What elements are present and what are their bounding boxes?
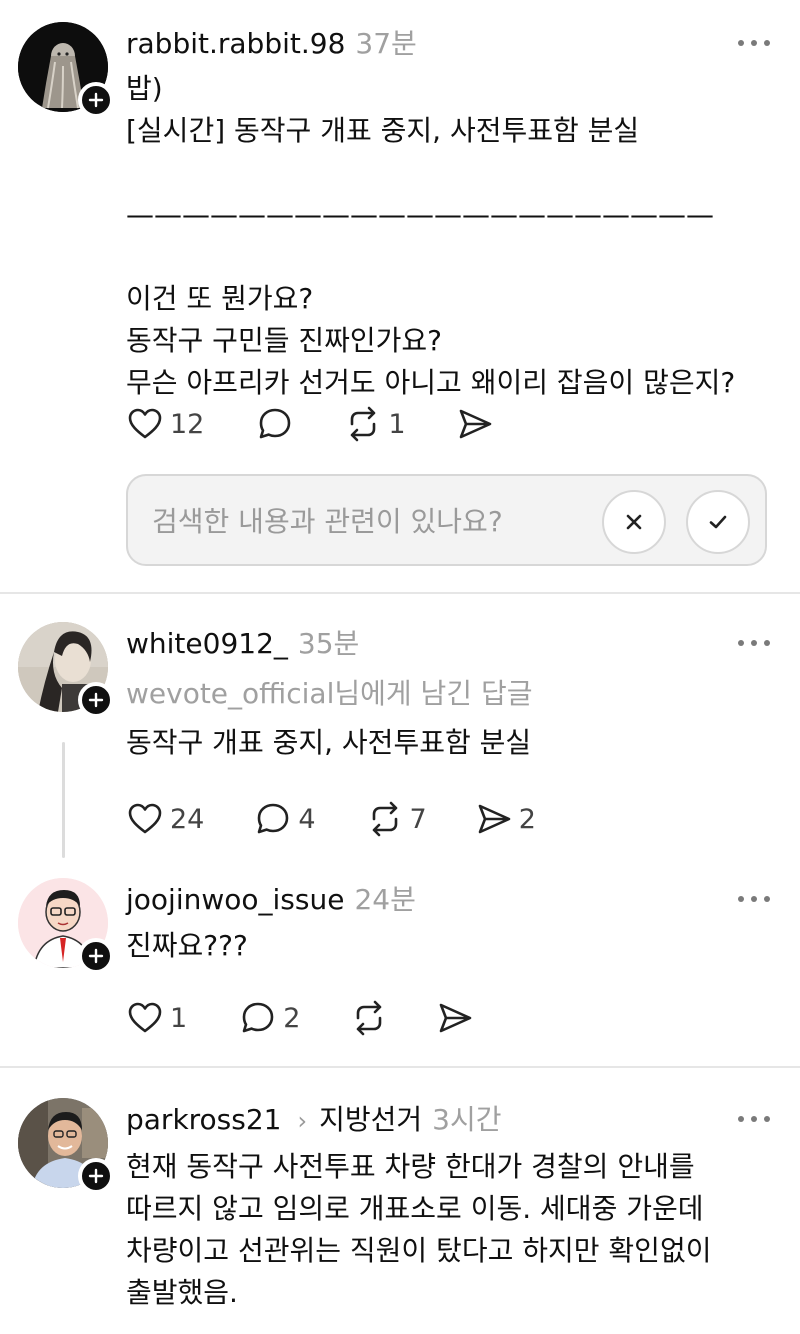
post-header: parkross21 › 지방선거 3시간 bbox=[126, 1098, 502, 1138]
post-header: rabbit.rabbit.98 37분 bbox=[126, 22, 417, 62]
heart-icon bbox=[128, 803, 162, 834]
send-icon bbox=[459, 409, 491, 439]
heart-icon bbox=[128, 1002, 162, 1033]
divider bbox=[0, 1066, 800, 1068]
plus-icon bbox=[88, 692, 104, 708]
avatar-container[interactable] bbox=[18, 1098, 114, 1194]
like-button[interactable]: 12 bbox=[126, 405, 204, 443]
close-icon bbox=[626, 514, 642, 530]
plus-icon bbox=[88, 1168, 104, 1184]
comment-bubble-icon bbox=[260, 408, 291, 439]
comment-button[interactable]: 4 bbox=[254, 800, 316, 838]
check-icon bbox=[709, 515, 727, 529]
post-body: 동작구 개표 중지, 사전투표함 분실 bbox=[126, 726, 532, 759]
repost-button[interactable] bbox=[350, 999, 388, 1037]
follow-button[interactable] bbox=[78, 938, 114, 974]
share-button[interactable] bbox=[436, 999, 474, 1037]
like-count: 24 bbox=[170, 803, 205, 835]
timestamp: 3시간 bbox=[432, 1103, 502, 1136]
username[interactable]: white0912_ bbox=[126, 627, 288, 660]
action-bar: 24 4 7 2 bbox=[126, 797, 536, 841]
send-icon bbox=[478, 804, 511, 834]
follow-button[interactable] bbox=[78, 1158, 114, 1194]
repost-count: 7 bbox=[409, 803, 427, 835]
timestamp: 37분 bbox=[355, 27, 417, 60]
comment-count: 2 bbox=[283, 1002, 301, 1034]
avatar-container[interactable] bbox=[18, 878, 114, 974]
chevron-right-icon: › bbox=[297, 1107, 308, 1135]
send-icon bbox=[440, 1003, 472, 1033]
reply-to-suffix: 님에게 남긴 답글 bbox=[334, 677, 533, 710]
action-bar: 1 2 bbox=[126, 996, 474, 1040]
more-icon[interactable] bbox=[738, 894, 770, 904]
follow-button[interactable] bbox=[78, 682, 114, 718]
more-icon[interactable] bbox=[738, 38, 770, 48]
repost-button[interactable]: 1 bbox=[344, 405, 406, 443]
comment-bubble-icon bbox=[258, 803, 289, 834]
post-body: 현재 동작구 사전투표 차량 한대가 경찰의 안내를 따르지 않고 임의로 개표… bbox=[126, 1150, 712, 1309]
comment-button[interactable]: 2 bbox=[239, 999, 300, 1037]
repost-icon bbox=[357, 1000, 382, 1036]
feedback-question: 검색한 내용과 관련이 있나요? bbox=[152, 505, 503, 538]
like-button[interactable]: 24 bbox=[126, 800, 204, 838]
post-header: joojinwoo_issue 24분 bbox=[126, 878, 416, 918]
more-icon[interactable] bbox=[738, 638, 770, 648]
repost-button[interactable]: 7 bbox=[366, 800, 427, 838]
comment-bubble-icon bbox=[242, 1002, 274, 1033]
heart-icon bbox=[128, 408, 162, 439]
relevance-feedback: 검색한 내용과 관련이 있나요? bbox=[126, 474, 767, 566]
dismiss-button[interactable] bbox=[602, 490, 666, 554]
username[interactable]: rabbit.rabbit.98 bbox=[126, 27, 345, 60]
post-body: 진짜요??? bbox=[126, 929, 248, 962]
plus-icon bbox=[88, 948, 104, 964]
like-count: 1 bbox=[170, 1002, 188, 1034]
like-button[interactable]: 1 bbox=[126, 999, 187, 1037]
share-count: 2 bbox=[518, 803, 536, 835]
thread-line bbox=[62, 742, 65, 858]
plus-icon bbox=[88, 92, 104, 108]
confirm-button[interactable] bbox=[686, 490, 750, 554]
comment-count: 4 bbox=[298, 803, 316, 835]
repost-icon bbox=[351, 406, 376, 442]
reply-to-user[interactable]: wevote_official bbox=[126, 677, 334, 710]
follow-button[interactable] bbox=[78, 82, 114, 118]
timestamp: 35분 bbox=[297, 627, 360, 660]
share-button[interactable] bbox=[456, 405, 494, 443]
avatar-container[interactable] bbox=[18, 622, 114, 718]
action-bar: 12 1 bbox=[126, 402, 494, 446]
share-button[interactable]: 2 bbox=[475, 800, 536, 838]
repost-count: 1 bbox=[388, 408, 406, 440]
repost-icon bbox=[372, 801, 397, 837]
post-body: 밥) [실시간] 동작구 개표 중지, 사전투표함 분실 ———————————… bbox=[126, 72, 736, 399]
timestamp: 24분 bbox=[354, 883, 416, 916]
reply-context: wevote_official님에게 남긴 답글 bbox=[126, 672, 532, 712]
post-header: white0912_ 35분 bbox=[126, 622, 359, 662]
comment-button[interactable] bbox=[256, 405, 294, 443]
avatar-container[interactable] bbox=[18, 22, 114, 118]
like-count: 12 bbox=[170, 408, 205, 440]
username[interactable]: joojinwoo_issue bbox=[126, 883, 344, 916]
username[interactable]: parkross21 bbox=[126, 1103, 282, 1136]
topic-tag[interactable]: 지방선거 bbox=[319, 1098, 422, 1138]
divider bbox=[0, 592, 800, 594]
more-icon[interactable] bbox=[738, 1114, 770, 1124]
